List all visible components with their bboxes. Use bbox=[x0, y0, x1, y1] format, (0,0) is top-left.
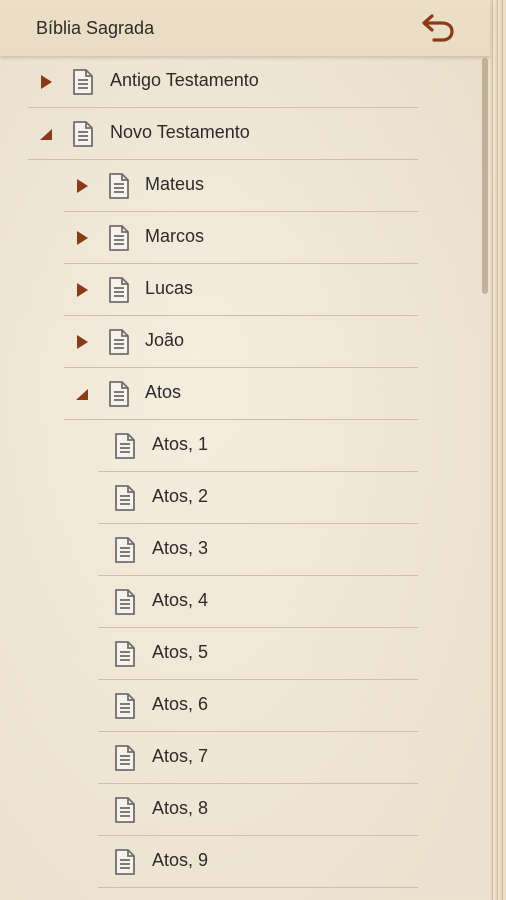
back-button[interactable] bbox=[420, 10, 458, 46]
expand-toggle[interactable] bbox=[74, 282, 90, 298]
book-row[interactable]: Marcos bbox=[64, 212, 428, 264]
chapter-row[interactable]: Atos, 5 bbox=[98, 628, 428, 680]
book-row[interactable]: Atos bbox=[64, 368, 428, 420]
chapter-row[interactable]: Atos, 9 bbox=[98, 836, 428, 888]
row-label: Atos, 9 bbox=[152, 850, 209, 870]
document-icon-wrap bbox=[108, 380, 130, 408]
row-label: Atos, 3 bbox=[152, 538, 209, 558]
expand-toggle[interactable] bbox=[38, 74, 54, 90]
expand-toggle[interactable] bbox=[74, 386, 90, 402]
document-icon bbox=[115, 797, 135, 823]
expand-toggle[interactable] bbox=[74, 178, 90, 194]
collapsed-triangle-icon bbox=[77, 335, 88, 349]
document-icon bbox=[109, 225, 129, 251]
row-label: Atos, 6 bbox=[152, 694, 209, 714]
document-icon bbox=[109, 173, 129, 199]
document-icon-wrap bbox=[114, 796, 136, 824]
document-icon bbox=[109, 277, 129, 303]
expanded-triangle-icon bbox=[76, 389, 88, 400]
book-row[interactable]: Lucas bbox=[64, 264, 428, 316]
document-icon-wrap bbox=[114, 692, 136, 720]
chapter-row[interactable]: Atos, 7 bbox=[98, 732, 428, 784]
row-label: Atos, 4 bbox=[152, 590, 209, 610]
row-label: Atos, 8 bbox=[152, 798, 209, 818]
document-icon-wrap bbox=[72, 120, 94, 148]
document-icon bbox=[109, 329, 129, 355]
chapter-row[interactable]: Atos, 1 bbox=[98, 420, 428, 472]
document-icon-wrap bbox=[114, 536, 136, 564]
row-label: Antigo Testamento bbox=[110, 70, 259, 90]
row-divider bbox=[98, 887, 418, 888]
undo-arrow-icon bbox=[422, 14, 454, 42]
document-icon bbox=[115, 641, 135, 667]
document-icon-wrap bbox=[108, 328, 130, 356]
row-label: Atos, 7 bbox=[152, 746, 209, 766]
document-icon-wrap bbox=[72, 68, 94, 96]
collapsed-triangle-icon bbox=[77, 179, 88, 193]
document-icon bbox=[115, 849, 135, 875]
document-icon bbox=[73, 121, 93, 147]
row-label: Lucas bbox=[145, 278, 194, 298]
book-row[interactable]: Novo Testamento bbox=[28, 108, 428, 160]
expanded-triangle-icon bbox=[40, 129, 52, 140]
collapsed-triangle-icon bbox=[77, 231, 88, 245]
collapsed-triangle-icon bbox=[41, 75, 52, 89]
page-edge bbox=[490, 0, 506, 900]
row-label: João bbox=[145, 330, 185, 350]
chapter-row[interactable]: Atos, 4 bbox=[98, 576, 428, 628]
document-icon-wrap bbox=[108, 172, 130, 200]
app-title: Bíblia Sagrada bbox=[36, 18, 155, 38]
document-icon-wrap bbox=[114, 640, 136, 668]
document-icon-wrap bbox=[114, 484, 136, 512]
row-label: Atos, 2 bbox=[152, 486, 209, 506]
document-icon bbox=[115, 433, 135, 459]
document-icon-wrap bbox=[108, 224, 130, 252]
row-label: Atos, 1 bbox=[152, 434, 209, 454]
document-icon bbox=[115, 589, 135, 615]
book-row[interactable]: Mateus bbox=[64, 160, 428, 212]
chapter-row[interactable]: Atos, 2 bbox=[98, 472, 428, 524]
chapter-row[interactable]: Atos, 8 bbox=[98, 784, 428, 836]
chapter-row[interactable]: Atos, 6 bbox=[98, 680, 428, 732]
scrollbar[interactable] bbox=[482, 58, 488, 294]
chapter-row[interactable]: Atos, 3 bbox=[98, 524, 428, 576]
expand-toggle[interactable] bbox=[74, 230, 90, 246]
document-icon bbox=[109, 381, 129, 407]
expand-toggle[interactable] bbox=[74, 334, 90, 350]
document-icon-wrap bbox=[108, 276, 130, 304]
document-icon bbox=[115, 537, 135, 563]
document-icon bbox=[115, 693, 135, 719]
app-header: Bíblia Sagrada bbox=[0, 0, 490, 56]
row-label: Novo Testamento bbox=[110, 122, 250, 142]
row-label: Marcos bbox=[145, 226, 205, 246]
expand-toggle[interactable] bbox=[38, 126, 54, 142]
document-icon bbox=[73, 69, 93, 95]
collapsed-triangle-icon bbox=[77, 283, 88, 297]
row-label: Atos, 5 bbox=[152, 642, 209, 662]
document-icon-wrap bbox=[114, 848, 136, 876]
document-icon-wrap bbox=[114, 744, 136, 772]
document-icon bbox=[115, 485, 135, 511]
document-icon bbox=[115, 745, 135, 771]
row-label: Atos bbox=[145, 382, 182, 402]
row-label: Mateus bbox=[145, 174, 205, 194]
book-row[interactable]: João bbox=[64, 316, 428, 368]
document-icon-wrap bbox=[114, 588, 136, 616]
book-row[interactable]: Antigo Testamento bbox=[28, 56, 428, 108]
document-icon-wrap bbox=[114, 432, 136, 460]
